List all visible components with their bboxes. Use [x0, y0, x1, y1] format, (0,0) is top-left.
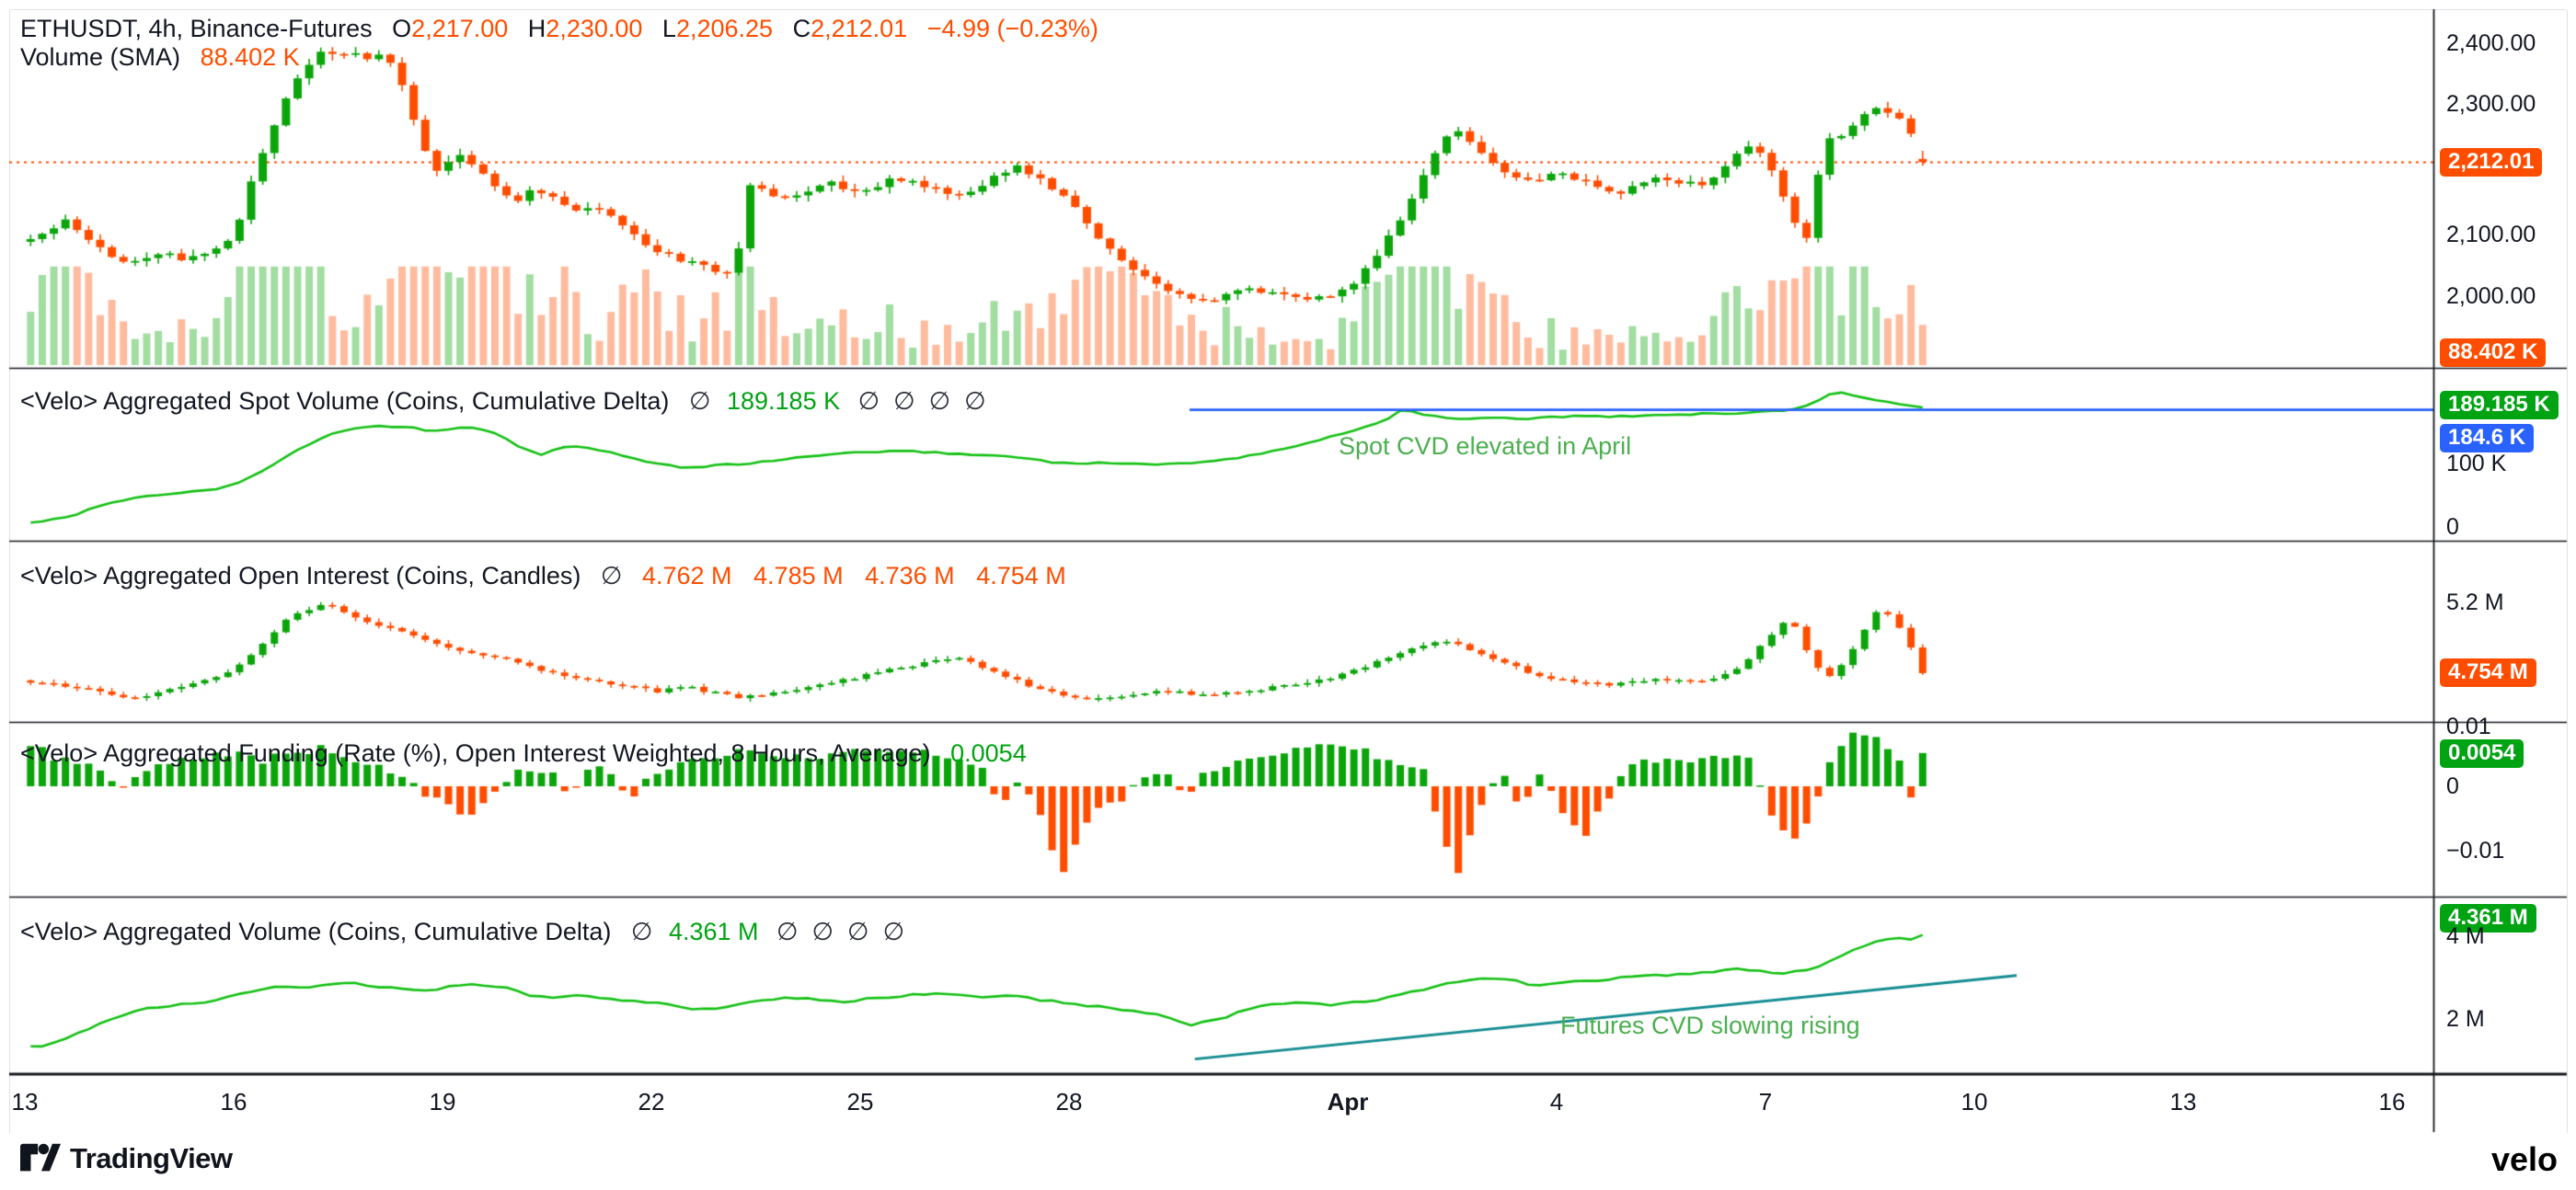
time-tick: 16 [2379, 1088, 2406, 1116]
high-value: 2,230.00 [546, 15, 642, 42]
funding-tick-0: 0 [2446, 774, 2459, 798]
time-tick: 13 [12, 1088, 39, 1116]
close-value: 2,212.01 [811, 15, 907, 42]
volume-legend[interactable]: Volume (SMA) 88.402 K [20, 43, 300, 72]
price-tick-2400: 2,400.00 [2446, 31, 2536, 55]
spot-cvd-badge: 189.185 K [2440, 391, 2559, 419]
oi-open-value: 4.762 M [642, 562, 732, 589]
futures-cvd-legend[interactable]: <Velo> Aggregated Volume (Coins, Cumulat… [20, 918, 904, 946]
futures-cvd-value: 4.361 M [669, 918, 759, 945]
time-tick: 19 [430, 1088, 456, 1116]
high-label: H [528, 15, 546, 42]
price-tick-2100: 2,100.00 [2446, 223, 2536, 246]
close-label: C [793, 15, 811, 42]
time-tick: 10 [1961, 1088, 1988, 1116]
oi-close-value: 4.754 M [976, 562, 1066, 589]
spot-cvd-annotation[interactable]: Spot CVD elevated in April [1339, 432, 1631, 461]
oi-tick-52m: 5.2 M [2446, 590, 2504, 614]
spot-cvd-legend[interactable]: <Velo> Aggregated Spot Volume (Coins, Cu… [20, 387, 986, 416]
empty-set-icon: ∅ [689, 387, 711, 415]
time-tick: 7 [1759, 1088, 1772, 1116]
funding-value: 0.0054 [950, 739, 1027, 767]
time-tick-month: Apr [1328, 1088, 1369, 1116]
time-tick: 22 [638, 1088, 665, 1116]
empty-set-icon: ∅ [601, 562, 623, 589]
spot-cvd-value: 189.185 K [727, 387, 840, 415]
oi-low-value: 4.736 M [865, 562, 955, 589]
empty-set-icons: ∅ ∅ ∅ ∅ [776, 918, 904, 945]
futures-cvd-title: <Velo> Aggregated Volume (Coins, Cumulat… [20, 918, 611, 945]
time-tick: 4 [1550, 1088, 1563, 1116]
volume-value: 88.402 K [201, 43, 300, 71]
symbol-description: ETHUSDT, 4h, Binance-Futures [20, 15, 373, 42]
time-tick: 16 [221, 1088, 247, 1116]
futcvd-tick-4m: 4 M [2446, 924, 2485, 948]
velo-logo: velo [2491, 1140, 2558, 1179]
change-value: −4.99 (−0.23%) [927, 15, 1098, 42]
empty-set-icon: ∅ [631, 918, 653, 945]
spot-cvd-title: <Velo> Aggregated Spot Volume (Coins, Cu… [20, 387, 669, 415]
empty-set-icons: ∅ ∅ ∅ ∅ [858, 387, 986, 415]
low-value: 2,206.25 [676, 15, 773, 42]
futures-cvd-annotation[interactable]: Futures CVD slowing rising [1560, 1012, 1860, 1040]
price-scale[interactable]: 2,400.00 2,300.00 2,212.01 2,100.00 2,00… [2434, 9, 2567, 1133]
chart-plot-area[interactable] [0, 0, 2576, 1190]
funding-tick-001: 0.01 [2446, 715, 2491, 738]
time-tick: 13 [2170, 1088, 2197, 1116]
time-tick: 25 [847, 1088, 874, 1116]
volume-label: Volume (SMA) [20, 43, 180, 71]
price-tick-2000: 2,000.00 [2446, 284, 2536, 308]
funding-tick-m001: −0.01 [2446, 839, 2504, 863]
tradingview-mark-icon [20, 1143, 61, 1174]
low-label: L [662, 15, 676, 42]
open-interest-legend[interactable]: <Velo> Aggregated Open Interest (Coins, … [20, 562, 1066, 590]
time-tick: 28 [1056, 1088, 1083, 1116]
funding-badge: 0.0054 [2440, 739, 2524, 768]
price-pane-legend[interactable]: ETHUSDT, 4h, Binance-Futures O2,217.00 H… [20, 15, 1098, 43]
open-label: O [392, 15, 411, 42]
tradingview-logo[interactable]: TradingView [20, 1142, 233, 1175]
level-line-badge: 184.6 K [2440, 424, 2534, 452]
time-scale[interactable]: 13 16 19 22 25 28 Apr 4 7 10 13 16 [9, 1075, 2567, 1132]
open-value: 2,217.00 [411, 15, 508, 42]
spot-tick-100k: 100 K [2446, 452, 2506, 475]
chart-window: ETHUSDT, 4h, Binance-Futures O2,217.00 H… [0, 0, 2576, 1190]
oi-badge: 4.754 M [2440, 658, 2536, 687]
open-interest-title: <Velo> Aggregated Open Interest (Coins, … [20, 562, 581, 589]
last-price-badge: 2,212.01 [2440, 148, 2542, 177]
funding-title: <Velo> Aggregated Funding (Rate (%), Ope… [20, 739, 931, 767]
futcvd-tick-2m: 2 M [2446, 1007, 2485, 1031]
spot-tick-0: 0 [2446, 515, 2459, 539]
volume-badge: 88.402 K [2440, 338, 2546, 367]
price-tick-2300: 2,300.00 [2446, 92, 2536, 116]
funding-legend[interactable]: <Velo> Aggregated Funding (Rate (%), Ope… [20, 739, 1027, 768]
oi-high-value: 4.785 M [753, 562, 844, 589]
footer-bar: TradingView velo [0, 1133, 2576, 1190]
tradingview-wordmark: TradingView [70, 1142, 233, 1175]
